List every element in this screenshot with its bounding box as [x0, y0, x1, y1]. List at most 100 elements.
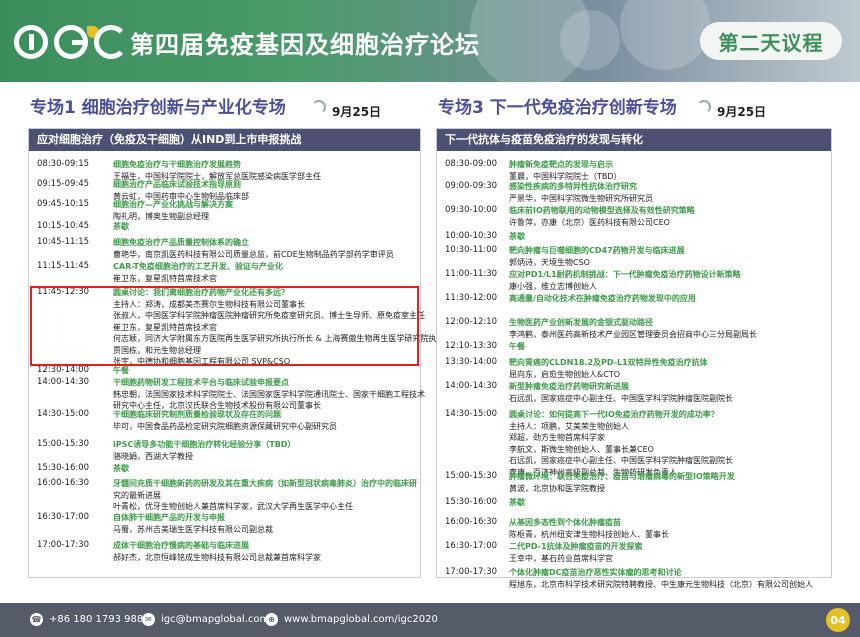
agenda-speaker: 石远凯，国家癌症中心副主任、中国医学科学院肿瘤医院副院长	[509, 456, 733, 465]
agenda-speaker: 马蜀，苏州吉美瑞生医学科技有限公司副总裁	[113, 524, 273, 534]
agenda-topic: 成体干细胞治疗慢病的基础与临床进展	[113, 541, 249, 550]
footer-email[interactable]: igc@bmapglobal.com	[161, 614, 269, 625]
agenda-speaker: 许鲁萍，亦康（北京）医药科技有限公司CEO	[509, 217, 670, 227]
agenda-time: 15:30-16:00	[37, 463, 90, 473]
agenda-time: 11:00-11:30	[445, 269, 498, 279]
agenda-time: 17:00-17:30	[445, 567, 498, 577]
footer-phone: +86 180 1793 9885	[49, 614, 150, 625]
agenda-speaker: 崔卫东，复星凯特首席技术官	[113, 273, 217, 283]
agenda-speaker: 陶礼明，博奥生物副总经理	[113, 211, 209, 221]
page-header: 第四届免疫基因及细胞治疗论坛 第二天议程	[0, 0, 860, 82]
agenda-topic: 圆桌讨论：如何提高下一代IO免疫治疗药物开发的成功率？	[509, 410, 719, 419]
agenda-time: 15:30-16:00	[445, 497, 498, 507]
agenda-time: 14:00-14:30	[445, 381, 498, 391]
agenda-topic: 茶歇	[509, 498, 525, 507]
agenda-time: 15:00-15:30	[37, 439, 90, 449]
agenda-topic: 自体肺干细胞产品的开发与申报	[113, 513, 225, 522]
agenda-time: 09:30-10:00	[445, 205, 498, 215]
agenda-topic: 细胞治疗—产业化挑战与解决方案	[113, 200, 233, 209]
agenda-speaker: 屈向东，启愈生物创始人&CTO	[509, 369, 621, 379]
agenda-topic: 生物医药产业创新发展的金银式驱动路径	[509, 318, 653, 327]
day-badge: 第二天议程	[700, 22, 842, 60]
agenda-time: 17:00-17:30	[37, 540, 90, 550]
agenda-speaker: 骆晓娟，西湖大学教授	[113, 451, 193, 461]
agenda-speaker: 究的最新进展	[113, 490, 161, 500]
roundtable-highlight-box	[30, 286, 419, 366]
agenda-topic: 临床前IO药物联用的动物模型选择及有效性研究策略	[509, 206, 695, 215]
agenda-time: 09:00-09:30	[445, 181, 498, 191]
agenda-time: 10:30-11:00	[445, 245, 498, 255]
agenda-time: 14:30-15:00	[445, 409, 498, 419]
agenda-topic: 个体化肿瘤DC疫苗治疗恶性实体瘤的思考和讨论	[509, 568, 682, 577]
agenda-time: 10:00-10:30	[445, 231, 498, 241]
agenda-time: 13:30-14:00	[445, 357, 498, 367]
agenda-speaker: 郑超，劲方生物首席科学家	[509, 433, 605, 442]
swoosh-icon	[697, 100, 711, 114]
agenda-speaker: 陈枢青，杭州纽安津生物科技创始人、董事长	[509, 529, 669, 539]
agenda-speaker: 郭炳诗，天境生物CSO	[509, 257, 590, 267]
agenda-time: 12:10-13:30	[445, 341, 498, 351]
agenda-topic: 午餐	[509, 342, 525, 351]
agenda-speaker: 康小强，维立志博创始人	[509, 281, 597, 291]
left-panel-title: 应对细胞治疗（免疫及干细胞）从IND到上市申报挑战	[29, 129, 420, 151]
agenda-topic: 茶歇	[509, 232, 525, 241]
agenda-topic: 干细胞临床研究制剂质量检验现状及存在的问题	[113, 410, 281, 419]
agenda-speaker: 主持人：项鹏，艾美荣生物创始人	[509, 421, 629, 431]
footer-website[interactable]: www.bmapglobal.com/igc2020	[284, 614, 438, 625]
agenda-time: 16:00-16:30	[445, 517, 498, 527]
agenda-speaker: 李鸿鹤，泰州医药高新技术产业园区管理委员会招商中心三分局副局长	[509, 329, 757, 339]
right-agenda-panel: 下一代抗体与疫苗免疫治疗的发现与转化 08:30-09:00 肿瘤新免疫靶点的发现…	[436, 128, 832, 589]
agenda-speaker: 黄波，北京协和医学院教授	[509, 483, 605, 493]
agenda-time: 10:15-10:45	[37, 221, 90, 231]
agenda-time: 08:30-09:00	[445, 159, 498, 169]
agenda-time: 10:45-11:15	[37, 237, 90, 247]
page-title: 第四届免疫基因及细胞治疗论坛	[130, 31, 480, 59]
agenda-speaker: 王幸中，基石药业首席科学官	[509, 553, 613, 563]
agenda-topic: 干细胞药物研发工程技术平台与临床试验申报要点	[113, 378, 289, 387]
agenda-time: 15:00-15:30	[445, 471, 498, 481]
swoosh-icon	[312, 100, 326, 114]
agenda-topic: iPSC诱导多功能干细胞治疗转化经验分享（TBD）	[113, 440, 296, 449]
left-section-title: 专场1 细胞治疗创新与产业化专场	[30, 98, 286, 118]
agenda-speaker: 程旭东，北京市科学技术研究院特聘教授、中生康元生物科技（北京）有限公司创始人	[509, 579, 813, 589]
agenda-time: 09:15-09:45	[37, 179, 90, 189]
agenda-topic: 感染性疾病的多特异性抗体治疗研究	[509, 182, 637, 191]
agenda-time: 16:00-16:30	[37, 478, 90, 488]
agenda-topic: 细胞治疗产品临床试验技术指导原则	[113, 180, 241, 189]
agenda-topic: 茶歇	[113, 222, 129, 231]
right-panel-title: 下一代抗体与疫苗免疫治疗的发现与转化	[437, 129, 831, 151]
agenda-speaker: 叶青松，优牙生物创始人兼首席科学家，武汉大学再生医学中心主任	[113, 502, 353, 511]
agenda-speaker: 李航文，斯微生物创始人、董事长兼CEO	[509, 444, 654, 454]
agenda-topic: 午餐	[113, 366, 129, 375]
agenda-time: 12:00-12:10	[445, 317, 498, 327]
agenda-time: 08:30-09:15	[37, 159, 90, 169]
agenda-topic: 从基因多态性到个体化肿瘤疫苗	[509, 518, 621, 527]
agenda-time: 12:30-14:00	[37, 365, 90, 375]
agenda-time: 14:00-14:30	[37, 377, 90, 387]
agenda-topic: 新型肿瘤免疫治疗药物研究新进展	[509, 382, 629, 391]
agenda-topic: 细胞免疫治疗产品质量控制体系的确立	[113, 238, 249, 247]
agenda-speaker: 严景华，中国科学院微生物研究所研究员	[509, 193, 653, 203]
agenda-time: 11:15-11:45	[37, 261, 90, 271]
page-footer: ☎ +86 180 1793 9885 ✉ igc@bmapglobal.com…	[0, 603, 860, 637]
agenda-time: 09:45-10:15	[37, 199, 90, 209]
right-section-title: 专场3 下一代免疫治疗创新专场	[438, 98, 677, 118]
agenda-time: 14:30-15:00	[37, 409, 90, 419]
left-section-date: 9月25日	[332, 105, 382, 119]
agenda-topic: 靶向胃癌的CLDN18.2及PD-L1双特异性免疫治疗抗体	[509, 358, 708, 367]
agenda-topic: 高通量/自动化技术在肿瘤免疫治疗药物发现中的应用	[509, 294, 696, 303]
agenda-topic: 二代PD-1抗体及肿瘤疫苗的开发探索	[509, 542, 643, 551]
agenda-topic: 细胞免疫治疗与干细胞治疗发展趋势	[113, 160, 241, 169]
agenda-speaker: 郝好杰，北京恒峰铭成生物科技有限公司总裁兼首席科学家	[113, 552, 321, 562]
agenda-speaker: 毕可，中国食品药品检定研究院细胞资源保藏研究中心副研究员	[113, 421, 337, 431]
agenda-time: 16:30-17:00	[445, 541, 498, 551]
phone-icon: ☎	[30, 613, 43, 626]
agenda-topic: 肿瘤微环境：联合免疫治疗、疫苗与溶瘤病毒的新型IO策略开发	[509, 472, 735, 481]
right-section-date: 9月25日	[717, 105, 767, 119]
igc-logo	[14, 24, 128, 60]
globe-icon: ⊕	[265, 613, 278, 626]
agenda-topic: 肿瘤新免疫靶点的发现与启示	[509, 160, 613, 169]
page-number: 04	[826, 608, 850, 632]
agenda-time: 11:30-12:00	[445, 293, 498, 303]
agenda-topic: 应对PD1/L1耐药机制挑战：下一代肿瘤免疫治疗药物设计新策略	[509, 270, 741, 279]
